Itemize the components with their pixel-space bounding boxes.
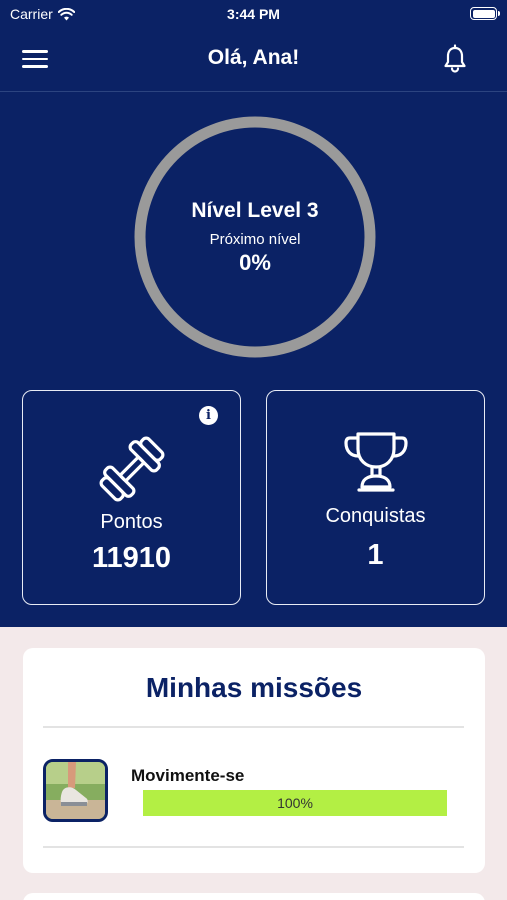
points-card[interactable]: i Pontos 11910 (22, 390, 241, 605)
divider (43, 726, 464, 728)
page-title: Olá, Ana! (207, 46, 300, 69)
points-label: Pontos (100, 511, 163, 533)
status-bar: Carrier 3:44 PM (0, 0, 507, 30)
mission-progress-text: 100% (277, 795, 313, 811)
trophy-icon (344, 432, 408, 492)
status-time: 3:44 PM (227, 6, 280, 22)
level-info: Nível Level 3 Próximo nível 0% (133, 115, 377, 359)
battery-icon (470, 7, 500, 20)
missions-title: Minhas missões (145, 672, 363, 703)
achievements-card[interactable]: Conquistas 1 (266, 390, 485, 605)
achievements-value: 1 (367, 539, 384, 571)
points-value: 11910 (91, 542, 172, 574)
missions-panel: Minhas missões Movimente-se 100% (23, 648, 485, 873)
level-progress-value: 0% (239, 249, 271, 275)
top-section: Carrier 3:44 PM Olá, Ana! Nível Level 3 (0, 0, 507, 627)
mission-progress-bar: 100% (143, 790, 447, 816)
mission-item[interactable]: Movimente-se 100% (43, 756, 464, 826)
info-icon[interactable]: i (199, 406, 218, 425)
app-header: Olá, Ana! (0, 30, 507, 92)
next-panel (23, 893, 485, 900)
achievements-label: Conquistas (325, 505, 426, 527)
dumbbell-icon (99, 436, 165, 502)
running-shoe-image (46, 762, 105, 819)
mission-thumbnail (43, 759, 108, 822)
bell-icon (444, 44, 466, 73)
level-title: Nível Level 3 (191, 198, 319, 222)
next-level-label: Próximo nível (209, 230, 301, 248)
mission-name: Movimente-se (131, 766, 245, 785)
divider (43, 846, 464, 848)
notifications-button[interactable] (441, 44, 469, 74)
